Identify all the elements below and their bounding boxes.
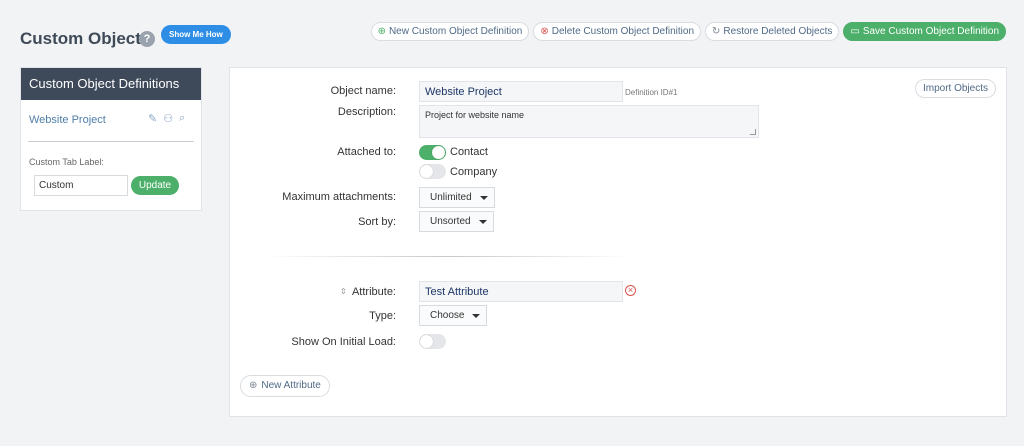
toggle-knob [420, 165, 433, 178]
tab-label-input[interactable] [34, 175, 128, 196]
restore-objects-button[interactable]: ↻ Restore Deleted Objects [705, 22, 840, 41]
attribute-input[interactable]: Test Attribute [419, 281, 623, 302]
definition-id: Definition ID#1 [625, 88, 678, 97]
remove-icon[interactable]: × [625, 285, 636, 296]
caret-down-icon [479, 195, 488, 200]
show-me-how-button[interactable]: Show Me How [161, 25, 231, 44]
delete-definition-button[interactable]: ⊗ Delete Custom Object Definition [533, 22, 702, 41]
initial-load-toggle[interactable] [419, 334, 446, 349]
tab-label-caption: Custom Tab Label: [29, 157, 104, 167]
company-toggle[interactable] [419, 164, 446, 179]
max-attachments-select[interactable]: Unlimited [419, 187, 495, 208]
type-label: Type: [369, 310, 396, 322]
object-name-label: Object name: [330, 85, 396, 97]
import-objects-button[interactable]: Import Objects [914, 79, 996, 98]
times-circle-icon: ⊗ [540, 26, 549, 37]
description-text: Project for website name [425, 110, 525, 120]
new-attribute-label: New Attribute [261, 380, 321, 391]
sort-by-select[interactable]: Unsorted [419, 211, 494, 232]
sidebar-heading: Custom Object Definitions [21, 68, 201, 100]
type-value: Choose [430, 310, 465, 321]
toggle-knob [420, 335, 433, 348]
pencil-icon[interactable]: ✎ [148, 112, 157, 125]
definitions-sidebar: Custom Object Definitions Website Projec… [20, 67, 202, 211]
plus-circle-icon: ⊕ [249, 380, 258, 391]
new-definition-label: New Custom Object Definition [388, 26, 523, 37]
description-textarea[interactable]: Project for website name [419, 105, 759, 138]
restore-objects-label: Restore Deleted Objects [723, 26, 833, 37]
sidebar-divider [28, 141, 194, 142]
toggle-knob [432, 146, 445, 159]
new-definition-button[interactable]: ⊕ New Custom Object Definition [370, 22, 530, 41]
page-title: Custom Objects [20, 29, 151, 48]
attribute-label: Attribute: [351, 286, 396, 298]
save-definition-button[interactable]: ▭ Save Custom Object Definition [843, 22, 1006, 41]
help-icon[interactable]: ? [139, 31, 155, 47]
top-actions: ⊕ New Custom Object Definition ⊗ Delete … [370, 22, 1006, 41]
plus-circle-icon: ⊕ [377, 26, 386, 37]
save-definition-label: Save Custom Object Definition [862, 26, 999, 37]
caret-down-icon [472, 313, 481, 318]
delete-definition-label: Delete Custom Object Definition [551, 26, 695, 37]
initial-load-label: Show On Initial Load: [291, 336, 396, 348]
type-select[interactable]: Choose [419, 305, 488, 326]
sidebar-item-actions: ✎ ⚇ ⌕ [148, 112, 185, 125]
section-divider [263, 256, 633, 257]
refresh-icon: ↻ [712, 26, 721, 37]
drag-handle-icon[interactable]: ⇕ [340, 287, 347, 296]
description-label: Description: [337, 106, 396, 118]
contact-toggle[interactable] [419, 145, 446, 160]
update-button[interactable]: Update [131, 176, 179, 195]
sort-by-label: Sort by: [358, 216, 396, 228]
folder-icon: ▭ [850, 26, 860, 37]
object-name-input[interactable]: Website Project [419, 81, 623, 102]
definition-form: Object name: Website Project Definition … [229, 67, 1007, 417]
caret-down-icon [478, 219, 487, 224]
contact-label: Contact [450, 146, 488, 158]
new-attribute-button[interactable]: ⊕ New Attribute [240, 375, 330, 397]
sidebar-item-website-project[interactable]: Website Project [29, 114, 106, 126]
attached-to-label: Attached to: [337, 146, 396, 158]
company-label: Company [450, 166, 498, 178]
resize-handle-icon[interactable] [750, 129, 756, 135]
max-attachments-value: Unlimited [430, 192, 472, 203]
user-icon[interactable]: ⚇ [163, 112, 173, 125]
max-attachments-label: Maximum attachments: [282, 191, 396, 203]
sort-by-value: Unsorted [430, 216, 471, 227]
search-icon[interactable]: ⌕ [179, 112, 185, 125]
